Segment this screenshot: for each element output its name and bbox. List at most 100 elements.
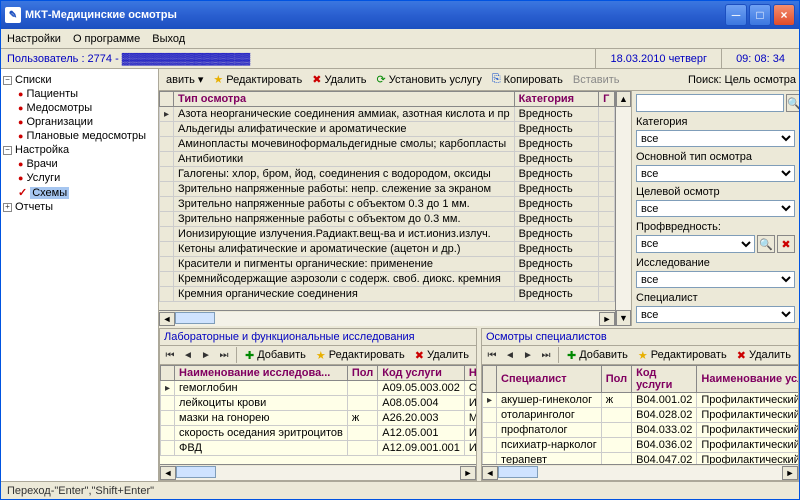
spec-edit-button[interactable]: ★Редактировать [634,348,731,363]
filter-spec-label: Специалист [636,292,795,304]
app-icon: ✎ [5,7,21,23]
prof-lookup-button[interactable]: 🔍 [757,235,775,253]
table-row[interactable]: отоларингологB04.028.02Профилактический … [483,408,799,423]
table-row[interactable]: Кремнийсодержащие аэрозоли с содерж. сво… [160,272,615,287]
filter-maintype-label: Основной тип осмотра [636,151,795,163]
nav-next[interactable]: ► [520,347,536,363]
maximize-button[interactable]: □ [749,4,771,26]
filter-research-select[interactable]: все [636,271,795,288]
filter-prof-label: Профвредность: [636,221,795,233]
lab-grid[interactable]: Наименование исследова...ПолКод услугиНа… [160,365,476,464]
nav-prev[interactable]: ◄ [180,347,196,363]
menu-about[interactable]: О программе [73,33,140,45]
star-icon: ★ [213,73,223,86]
spec-grid[interactable]: СпециалистПолКод услугиНаименование услу… [482,365,798,464]
table-row[interactable]: скорость оседания эритроцитовA12.05.001И… [161,426,477,441]
table-row[interactable]: ▸гемоглобинA09.05.003.002Оп [161,381,477,396]
lab-toolbar: ⏮ ◄ ► ⏭ ✚Добавить ★Редактировать ✖Удалит… [160,345,476,365]
tree-lists: −Списки [3,73,156,87]
minimize-button[interactable]: ─ [725,4,747,26]
nav-first[interactable]: ⏮ [484,347,500,363]
lab-add-button[interactable]: ✚Добавить [241,348,310,363]
table-row[interactable]: Галогены: хлор, бром, йод, соединения с … [160,167,615,182]
filter-category-label: Категория [636,116,795,128]
table-row[interactable]: АнтибиотикиВредность [160,152,615,167]
delete-button[interactable]: ✖Удалить [308,72,370,87]
spec-hscroll[interactable]: ◄► [482,464,798,480]
date-label: 18.03.2010 четверг [595,49,721,68]
main-hscroll[interactable]: ◄► [159,310,615,326]
filter-category-select[interactable]: все [636,130,795,147]
nav-first[interactable]: ⏮ [162,347,178,363]
menu-exit[interactable]: Выход [152,33,185,45]
tree-reports: +Отчеты [3,200,156,214]
nav-last[interactable]: ⏭ [216,347,232,363]
table-row[interactable]: Кремния органические соединенияВредность [160,287,615,302]
edit-button[interactable]: ★Редактировать [209,72,306,87]
lab-panel: Лабораторные и функциональные исследован… [159,328,477,481]
table-row[interactable]: ▸Азота неорганические соединения аммиак,… [160,107,615,122]
statusbar: Переход-"Enter","Shift+Enter" [1,481,799,499]
copy-button[interactable]: ⎘Копировать [488,72,567,87]
tree-exams: ●Медосмотры [3,101,156,115]
table-row[interactable]: психиатр-наркологB04.036.02Профилактичес… [483,438,799,453]
table-row[interactable]: Зрительно напряженные работы с объектом … [160,197,615,212]
search-label: Поиск: Цель осмотра [688,74,796,86]
nav-last[interactable]: ⏭ [538,347,554,363]
col-category: Категория [514,92,599,107]
search-input[interactable] [636,94,784,112]
spec-add-button[interactable]: ✚Добавить [563,348,632,363]
main-grid[interactable]: Тип осмотра Категория Г ▸Азота неорганич… [159,91,615,310]
table-row[interactable]: Зрительно напряженные работы с объектом … [160,212,615,227]
table-row[interactable]: Кетоны алифатические и ароматические (ац… [160,242,615,257]
col-g: Г [599,92,615,107]
user-label: Пользователь : 2774 - ▓▓▓▓▓▓▓▓▓▓▓▓▓▓▓▓ [1,53,595,65]
spec-title: Осмотры специалистов [482,329,798,345]
app-window: ✎ МКТ-Медицинские осмотры ─ □ × Настройк… [0,0,800,500]
tree-services: ●Услуги [3,171,156,185]
table-row[interactable]: лейкоциты кровиA08.05.004Ис [161,396,477,411]
spec-delete-button[interactable]: ✖Удалить [733,348,795,363]
infobar: Пользователь : 2774 - ▓▓▓▓▓▓▓▓▓▓▓▓▓▓▓▓ 1… [1,49,799,69]
check-icon: ⟳ [377,73,386,86]
table-row[interactable]: ФВДA12.09.001.001Ис [161,441,477,456]
table-row[interactable]: мазки на гонореюжA26.20.003Ми [161,411,477,426]
lab-hscroll[interactable]: ◄► [160,464,476,480]
copy-icon: ⎘ [492,73,501,86]
filter-target-select[interactable]: все [636,200,795,217]
close-button[interactable]: × [773,4,795,26]
filter-prof-select[interactable]: все [636,235,755,253]
menu-settings[interactable]: Настройки [7,33,61,45]
window-title: МКТ-Медицинские осмотры [25,9,725,21]
table-row[interactable]: Ионизирующие излучения.Радиакт.вещ-ва и … [160,227,615,242]
col-type: Тип осмотра [174,92,515,107]
table-row[interactable]: Зрительно напряженные работы: непр. слеж… [160,182,615,197]
titlebar: ✎ МКТ-Медицинские осмотры ─ □ × [1,1,799,29]
sidebar-tree[interactable]: −Списки ●Пациенты ●Медосмотры ●Организац… [1,69,159,481]
table-row[interactable]: Альдегиды алифатические и ароматическиеВ… [160,122,615,137]
tree-planned: ●Плановые медосмотры [3,129,156,143]
filter-maintype-select[interactable]: все [636,165,795,182]
tree-doctors: ●Врачи [3,157,156,171]
status-text: Переход-"Enter","Shift+Enter" [7,485,154,497]
table-row[interactable]: терапевтB04.047.02Профилактический пр [483,453,799,465]
lab-edit-button[interactable]: ★Редактировать [312,348,409,363]
add-button[interactable]: авить ▾ [162,72,207,87]
time-label: 09: 08: 34 [721,49,799,68]
filter-spec-select[interactable]: все [636,306,795,323]
paste-button[interactable]: Вставить [569,73,624,87]
table-row[interactable]: ▸акушер-гинекологжB04.001.02Профилактиче… [483,393,799,408]
set-service-button[interactable]: ⟳Установить услугу [373,72,486,87]
nav-next[interactable]: ► [198,347,214,363]
main-vscroll[interactable]: ▲▼ [615,91,631,326]
table-row[interactable]: Красители и пигменты органические: приме… [160,257,615,272]
lab-delete-button[interactable]: ✖Удалить [411,348,473,363]
prof-clear-button[interactable]: ✖ [777,235,795,253]
table-row[interactable]: профпатологB04.033.02Профилактический пр [483,423,799,438]
filter-panel: 🔍 ✖ Категория все Основной тип осмотра в… [631,91,799,326]
search-go-button[interactable]: 🔍 [786,94,799,112]
table-row[interactable]: Аминопласты мочевиноформальдегидные смол… [160,137,615,152]
nav-prev[interactable]: ◄ [502,347,518,363]
tree-schemes: ✓Схемы [3,185,156,200]
main-toolbar: авить ▾ ★Редактировать ✖Удалить ⟳Установ… [159,69,799,91]
